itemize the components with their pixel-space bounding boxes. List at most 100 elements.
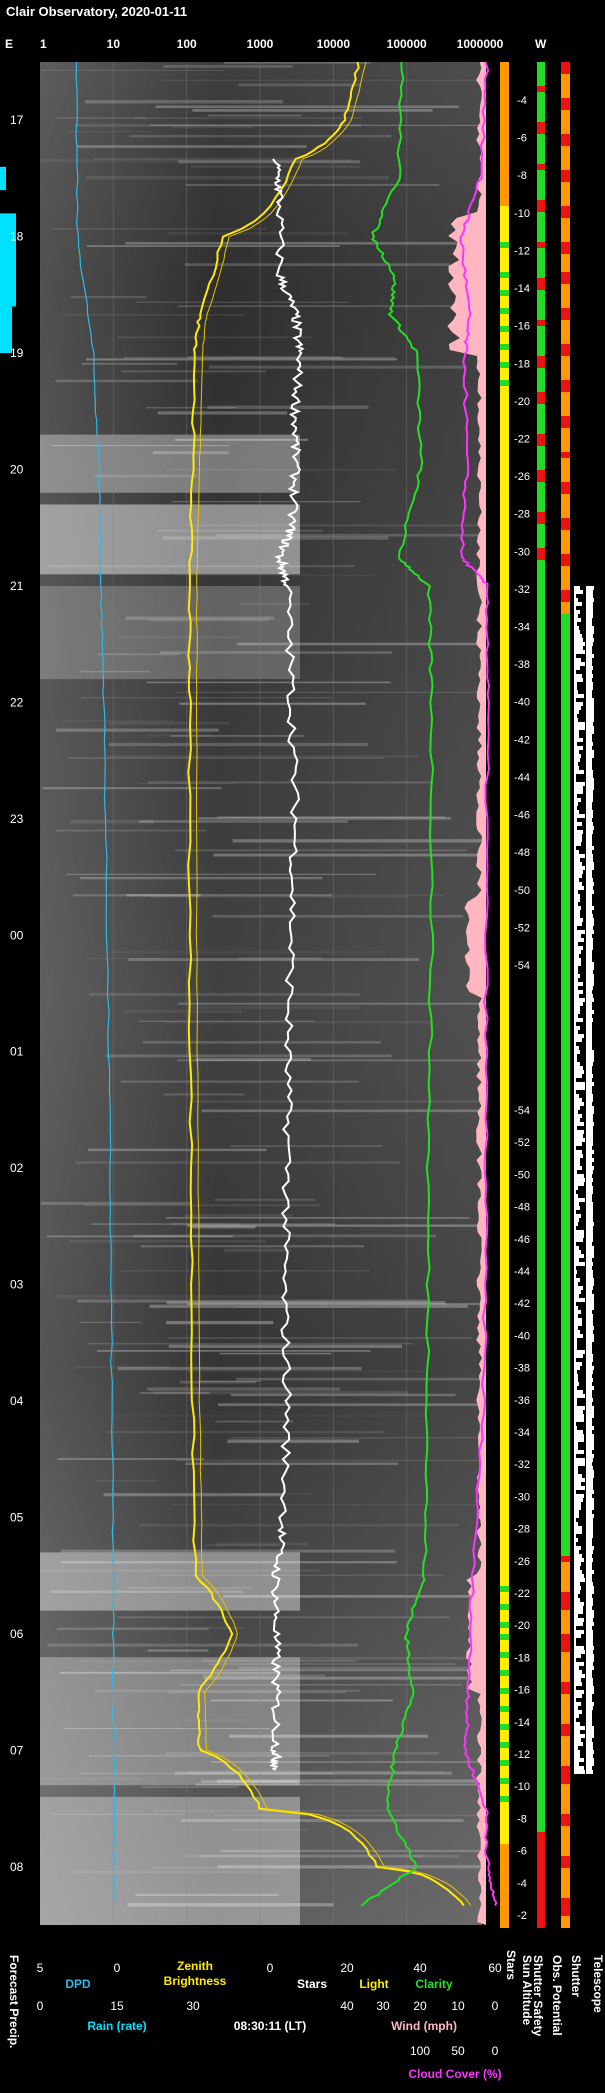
sun-altitude-column-segment [500, 1400, 509, 1406]
shutter-safety-column-segment [537, 1364, 545, 1370]
shutter-segment [574, 869, 583, 874]
telescope-segment [586, 833, 592, 838]
shutter-safety-column-segment [537, 1130, 545, 1136]
telescope-segment [586, 1745, 593, 1750]
time-tick-label: 06 [10, 1627, 24, 1641]
sun-altitude-column-segment [500, 1826, 509, 1832]
shutter-segment [574, 977, 578, 982]
cloud-streak [97, 1349, 371, 1352]
bottom-tick: 100 [410, 2044, 430, 2058]
obs-potential-column-segment [561, 866, 570, 872]
telescope-segment [586, 1061, 593, 1066]
sun-altitude-column-segment [500, 506, 509, 512]
cloud-streak [236, 1306, 357, 1308]
sun-altitude-tick: -22 [514, 433, 530, 445]
telescope-segment [586, 897, 592, 902]
shutter-segment [574, 1017, 583, 1022]
shutter-segment [574, 973, 580, 978]
cloud-streak [86, 358, 398, 361]
telescope-segment [586, 1569, 594, 1574]
telescope-segment [586, 1513, 594, 1518]
obs-potential-column-segment [561, 1034, 570, 1040]
sun-altitude-column-segment [500, 1106, 509, 1112]
shutter-safety-column-segment [537, 812, 545, 818]
sun-altitude-tick: -44 [514, 772, 530, 784]
telescope-segment [586, 1765, 592, 1770]
obs-potential-column-segment [561, 692, 570, 698]
shutter-safety-column-segment [537, 80, 545, 86]
obs-potential-column-segment [561, 776, 570, 782]
shutter-safety-column-segment [537, 770, 545, 776]
shutter-safety-column-segment [537, 254, 545, 260]
shutter-safety-column-segment [537, 1790, 545, 1796]
timestamp: 08:30:11 (LT) [234, 2019, 306, 2033]
telescope-segment [586, 1525, 593, 1530]
sun-altitude-column-segment [500, 656, 509, 662]
obs-potential-column-segment [561, 752, 570, 758]
obs-potential-column-segment [561, 824, 570, 830]
shutter-safety-column-segment [537, 1760, 545, 1766]
shutter-segment [574, 1161, 580, 1166]
telescope-segment [586, 969, 593, 974]
telescope-segment [586, 613, 593, 618]
obs-potential-column-segment [561, 572, 570, 578]
sun-altitude-column-segment [500, 1406, 509, 1412]
obs-potential-column-segment [561, 1904, 570, 1910]
bottom-tick: 0 [492, 1999, 499, 2013]
sun-altitude-column-segment [500, 734, 509, 740]
shutter-safety-column-segment [537, 1490, 545, 1496]
shutter-segment [574, 901, 578, 906]
obs-potential-column-segment [561, 1502, 570, 1508]
sun-altitude-column-segment [500, 878, 509, 884]
obs-potential-column-segment [561, 1184, 570, 1190]
shutter-segment [574, 1665, 579, 1670]
shutter-safety-column-segment [537, 1280, 545, 1286]
shutter-safety-column-segment [537, 722, 545, 728]
shutter-safety-column-segment [537, 1034, 545, 1040]
shutter-safety-column-segment [537, 278, 545, 284]
sun-altitude-column-segment [500, 818, 509, 824]
sun-altitude-column-segment [500, 1838, 509, 1844]
obs-potential-column-segment [561, 1244, 570, 1250]
obs-potential-column-segment [561, 1112, 570, 1118]
sun-altitude-column-segment [500, 1814, 509, 1820]
telescope-segment [586, 1153, 592, 1158]
obs-potential-column-segment [561, 590, 570, 596]
shutter-segment [574, 1481, 581, 1486]
shutter-safety-column-segment [537, 86, 545, 92]
sun-altitude-tick: -22 [514, 1588, 530, 1600]
cloud-streak [62, 720, 175, 722]
sun-altitude-column-segment [500, 1730, 509, 1736]
telescope-segment [586, 625, 594, 630]
shutter-safety-column-segment [537, 290, 545, 296]
shutter-safety-column-segment [537, 272, 545, 278]
shutter-safety-column-segment [537, 356, 545, 362]
telescope-segment [586, 1665, 594, 1670]
shutter-safety-column-segment [537, 1112, 545, 1118]
telescope-segment [586, 1517, 593, 1522]
shutter-safety-column-segment [537, 1274, 545, 1280]
telescope-segment [586, 1673, 592, 1678]
shutter-safety-column-segment [537, 1310, 545, 1316]
telescope-segment [586, 1561, 592, 1566]
shutter-safety-column-segment [537, 1598, 545, 1604]
sun-altitude-column-segment [500, 1292, 509, 1298]
rain-block [0, 213, 16, 307]
sun-altitude-tick: -52 [514, 922, 530, 934]
obs-potential-column-segment [561, 98, 570, 104]
shutter-safety-column-segment [537, 230, 545, 236]
shutter-segment [574, 1105, 580, 1110]
shutter-segment [574, 729, 579, 734]
sun-altitude-column-segment [500, 740, 509, 746]
telescope-segment [586, 1637, 593, 1642]
shutter-segment [574, 1737, 581, 1742]
obs-potential-column-segment [561, 290, 570, 296]
sun-altitude-column-segment [500, 986, 509, 992]
shutter-safety-column-segment [537, 1106, 545, 1112]
telescope-segment [586, 633, 593, 638]
shutter-safety-column-segment [537, 1556, 545, 1562]
cloud-streak [56, 1294, 286, 1299]
sun-altitude-column-segment [500, 236, 509, 242]
sun-altitude-column-segment [500, 1088, 509, 1094]
sun-altitude-column-segment [500, 1664, 509, 1670]
